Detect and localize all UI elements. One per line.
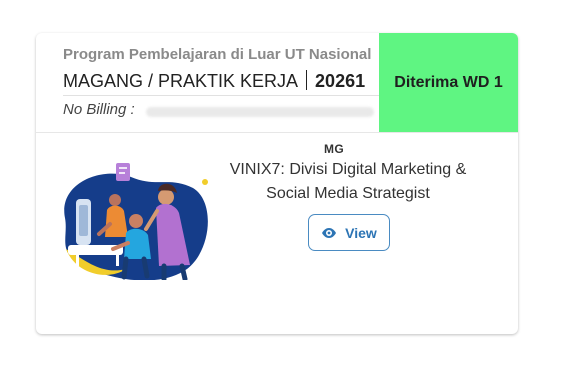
page: Program Pembelajaran di Luar UT Nasional… [0, 0, 579, 376]
course-separator [306, 70, 308, 90]
program-card: Program Pembelajaran di Luar UT Nasional… [36, 33, 518, 334]
course-line: MAGANG / PRAKTIK KERJA 20261 [63, 70, 365, 92]
billing-number-redacted [146, 107, 374, 117]
view-button-label: View [345, 224, 377, 241]
course-name: MAGANG / PRAKTIK KERJA [63, 71, 299, 91]
course-code: 20261 [315, 71, 366, 91]
person-center-head [129, 214, 143, 228]
person-right-head [158, 189, 174, 205]
billing-divider [63, 95, 383, 96]
billing-label: No Billing : [63, 101, 135, 118]
card-header: Program Pembelajaran di Luar UT Nasional… [36, 33, 518, 133]
eye-icon [322, 227, 337, 238]
billing-line: No Billing : [63, 101, 383, 123]
program-title: Program Pembelajaran di Luar UT Nasional [63, 46, 372, 63]
status-badge: Diterima WD 1 [379, 33, 518, 132]
team-working-illustration [64, 163, 208, 280]
status-label: Diterima WD 1 [394, 73, 503, 91]
activity-category-code: MG [324, 142, 345, 156]
activity-title: VINIX7: Divisi Digital Marketing & Socia… [229, 161, 467, 202]
view-button[interactable]: View [308, 214, 390, 251]
person-left-head [109, 194, 121, 206]
card-body: MG VINIX7: Divisi Digital Marketing & So… [36, 133, 518, 334]
